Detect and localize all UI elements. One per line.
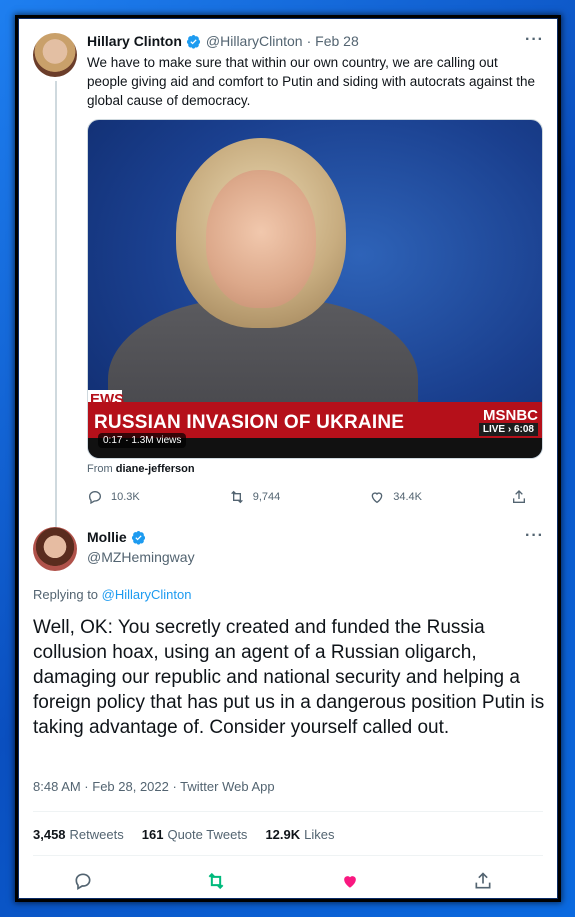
reply-icon — [88, 490, 102, 505]
share-icon[interactable] — [473, 871, 493, 891]
author-name[interactable]: Mollie — [87, 529, 127, 545]
replying-label: Replying to — [33, 587, 99, 602]
from-label: From — [87, 463, 113, 475]
like-button[interactable]: 34.4K — [369, 489, 422, 505]
quote-tweets-stat[interactable]: 161 Quote Tweets — [142, 827, 248, 842]
divider — [33, 855, 543, 856]
tweet2-actions — [73, 871, 493, 891]
share-button[interactable] — [511, 489, 527, 505]
tweet-thread-card: Hillary Clinton @HillaryClinton · Feb 28… — [18, 18, 558, 899]
video-headline: RUSSIAN INVASION OF UKRAINE — [94, 412, 405, 433]
tweet1-header: Hillary Clinton @HillaryClinton · Feb 28 — [87, 33, 359, 49]
tweet1-actions: 10.3K 9,744 34.4K — [87, 489, 527, 505]
author-handle[interactable]: @MZHemingway — [87, 549, 195, 565]
network-logo: MSNBC — [483, 407, 538, 424]
verified-icon — [186, 34, 200, 49]
avatar-hillary[interactable] — [33, 33, 77, 77]
retweet-count: 9,744 — [252, 491, 281, 503]
live-indicator: LIVE › 6:08 — [478, 423, 538, 436]
replying-to: Replying to @HillaryClinton — [33, 587, 191, 602]
video-views: 0:17 · 1.3M views — [98, 433, 187, 448]
retweet-icon[interactable] — [206, 871, 226, 891]
like-icon — [371, 492, 383, 504]
engagement-stats: 3,458 Retweets 161 Quote Tweets 12.9K Likes — [33, 827, 335, 842]
replying-to-handle[interactable]: @HillaryClinton — [102, 587, 192, 602]
tweet1-text: We have to make sure that within our own… — [87, 55, 536, 108]
video-person-face — [206, 170, 316, 308]
from-user[interactable]: diane-jefferson — [116, 463, 195, 475]
video-media[interactable]: EWS RUSSIAN INVASION OF UKRAINE MSNBC LI… — [87, 119, 543, 459]
likes-stat[interactable]: 12.9K Likes — [265, 827, 334, 842]
tweet2-header: Mollie — [87, 529, 151, 545]
author-handle[interactable]: @HillaryClinton — [206, 33, 303, 49]
thread-connector-line — [55, 81, 57, 529]
divider — [33, 811, 543, 812]
tweet-date[interactable]: · Feb 28 — [307, 33, 359, 49]
like-count: 34.4K — [393, 491, 422, 503]
reply-icon[interactable] — [73, 871, 93, 891]
verified-icon — [131, 530, 145, 545]
share-icon — [512, 490, 525, 503]
retweet-button[interactable]: 9,744 — [229, 489, 281, 505]
like-icon[interactable] — [340, 871, 360, 891]
more-icon[interactable]: ··· — [525, 31, 544, 49]
tweet2-text: Well, OK: You secretly created and funde… — [33, 617, 545, 738]
reply-count: 10.3K — [111, 491, 140, 503]
more-icon[interactable]: ··· — [525, 527, 544, 545]
tweet-timestamp[interactable]: 8:48 AM · Feb 28, 2022 · Twitter Web App — [33, 779, 275, 794]
retweet-icon — [230, 490, 243, 504]
reply-button[interactable]: 10.3K — [87, 489, 140, 505]
retweets-stat[interactable]: 3,458 Retweets — [33, 827, 124, 842]
author-name[interactable]: Hillary Clinton — [87, 33, 182, 49]
avatar-mollie[interactable] — [33, 527, 77, 571]
media-source: From diane-jefferson — [87, 463, 195, 475]
